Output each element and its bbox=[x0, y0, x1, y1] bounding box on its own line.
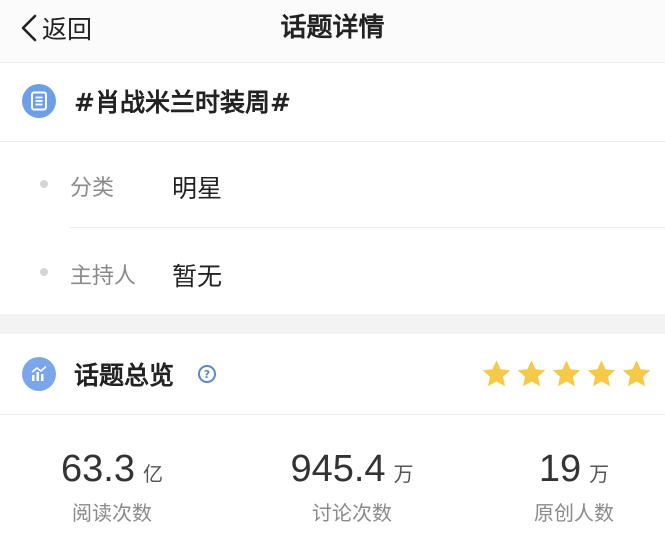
reads-label: 阅读次数 bbox=[72, 501, 152, 525]
discussions-label: 讨论次数 bbox=[312, 501, 392, 525]
originals-label: 原创人数 bbox=[534, 501, 614, 525]
section-separator bbox=[0, 314, 665, 334]
rating-stars bbox=[480, 358, 653, 390]
document-list-icon bbox=[22, 84, 56, 118]
star-icon bbox=[622, 360, 651, 387]
stat-originals: 19 万 原创人数 bbox=[464, 448, 665, 526]
detail-row-category: 分类 明星 bbox=[0, 142, 665, 226]
star-icon bbox=[517, 360, 546, 387]
discussions-value: 945.4 bbox=[290, 448, 386, 490]
star-icon bbox=[552, 360, 581, 387]
divider bbox=[0, 414, 665, 415]
stat-discussions: 945.4 万 讨论次数 bbox=[242, 448, 462, 526]
originals-value: 19 bbox=[538, 448, 582, 490]
topic-title: #肖战米兰时装周# bbox=[74, 88, 291, 117]
discussions-unit: 万 bbox=[393, 462, 414, 486]
category-value: 明星 bbox=[172, 174, 223, 203]
bar-chart-icon bbox=[22, 357, 56, 391]
bullet-dot bbox=[40, 268, 48, 276]
reads-unit: 亿 bbox=[142, 462, 163, 486]
topic-header: #肖战米兰时装周# bbox=[0, 63, 665, 139]
star-icon bbox=[482, 360, 511, 387]
originals-unit: 万 bbox=[589, 462, 610, 486]
bullet-dot bbox=[40, 180, 48, 188]
star-icon bbox=[587, 360, 616, 387]
detail-row-host: 主持人 暂无 bbox=[0, 228, 665, 312]
question-circle-icon[interactable]: ? bbox=[198, 365, 216, 383]
host-label: 主持人 bbox=[70, 264, 137, 289]
overview-header: 话题总览 ? bbox=[0, 336, 665, 412]
reads-value: 63.3 bbox=[61, 448, 135, 490]
stat-reads: 63.3 亿 阅读次数 bbox=[2, 448, 222, 526]
page-title: 话题详情 bbox=[280, 13, 385, 43]
category-label: 分类 bbox=[70, 176, 115, 201]
host-value: 暂无 bbox=[172, 262, 223, 291]
top-nav-bar: 返回 话题详情 bbox=[0, 0, 665, 63]
overview-title: 话题总览 bbox=[74, 361, 175, 390]
